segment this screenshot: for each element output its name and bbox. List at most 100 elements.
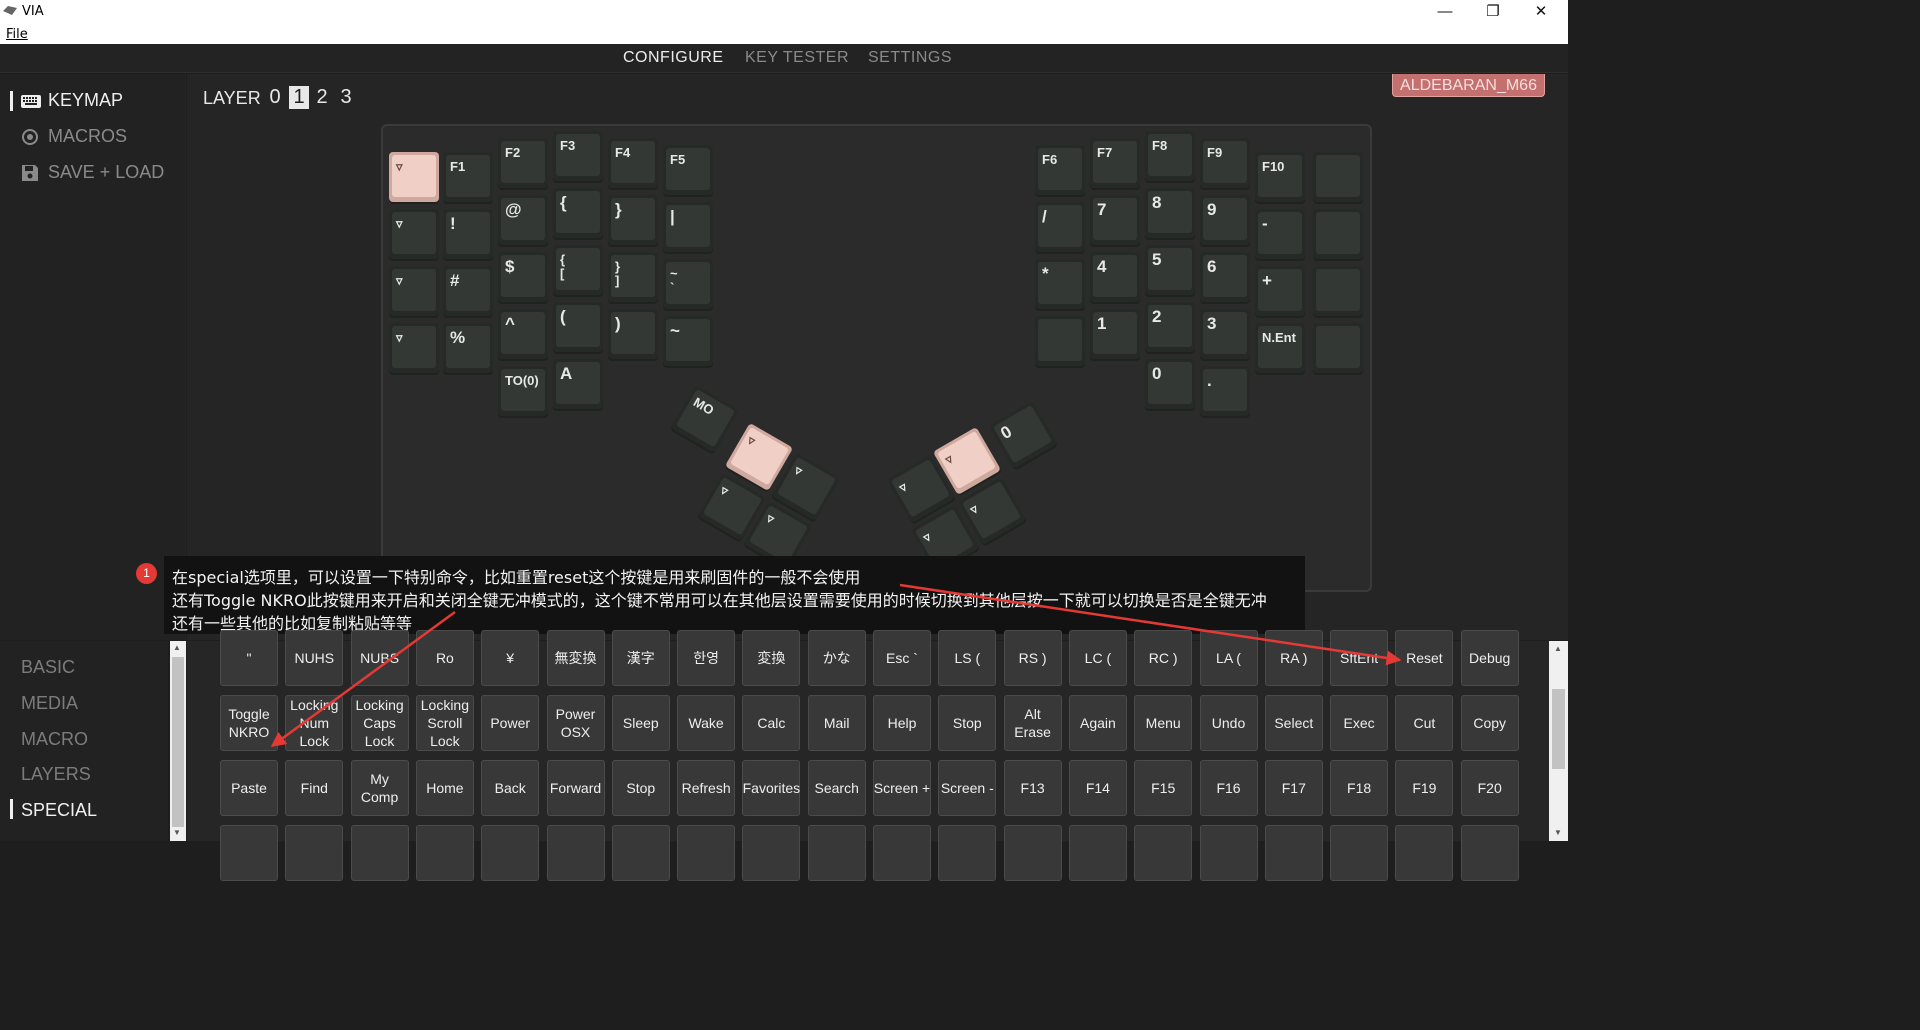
keycode-rc-button[interactable]: RC ) bbox=[1134, 630, 1193, 686]
scroll-up-icon[interactable]: ▲ bbox=[1554, 644, 1562, 653]
keycode-debug-button[interactable]: Debug bbox=[1460, 630, 1519, 686]
keyboard-key[interactable]: 3 bbox=[1200, 309, 1250, 359]
scrollbar-thumb[interactable] bbox=[1552, 689, 1565, 769]
keyboard-key-selected[interactable]: ▿ bbox=[389, 152, 439, 202]
keyboard-key[interactable]: F9 bbox=[1200, 138, 1250, 188]
scroll-up-icon[interactable]: ▲ bbox=[173, 643, 181, 652]
keyboard-key[interactable]: ▿ bbox=[389, 266, 439, 316]
category-special[interactable]: SPECIAL bbox=[21, 800, 97, 821]
keycode--button[interactable]: かな bbox=[807, 630, 866, 686]
layer-option-0[interactable]: 0 bbox=[265, 86, 285, 109]
keyboard-key[interactable]: + bbox=[1255, 266, 1305, 316]
keyboard-key[interactable]: . bbox=[1200, 366, 1250, 416]
keycode-f19-button[interactable]: F19 bbox=[1395, 760, 1454, 816]
keycode-button[interactable] bbox=[220, 825, 278, 881]
keyboard-key[interactable]: A bbox=[553, 359, 603, 409]
keycode-sftent-button[interactable]: SftEnt bbox=[1330, 630, 1389, 686]
tab-configure[interactable]: CONFIGURE bbox=[623, 49, 724, 67]
keycode-power-button[interactable]: Power bbox=[481, 695, 540, 751]
keycode-locking-scroll-lock-button[interactable]: Locking Scroll Lock bbox=[415, 695, 474, 751]
keycode-my-comp-button[interactable]: My Comp bbox=[350, 760, 409, 816]
keyboard-key[interactable]: 1 bbox=[1090, 309, 1140, 359]
keycode-stop-button[interactable]: Stop bbox=[611, 760, 670, 816]
keyboard-key[interactable]: ^ bbox=[498, 309, 548, 359]
keycode-button[interactable] bbox=[1134, 825, 1193, 881]
keycode-screen-button[interactable]: Screen + bbox=[873, 760, 931, 816]
keyboard-key[interactable]: ~ bbox=[663, 316, 713, 366]
keyboard-key[interactable]: 0 bbox=[1145, 359, 1195, 409]
keyboard-key[interactable]: F1 bbox=[443, 152, 493, 202]
keycode-f13-button[interactable]: F13 bbox=[1003, 760, 1062, 816]
keyboard-key[interactable]: 2 bbox=[1145, 302, 1195, 352]
keyboard-key[interactable]: 6 bbox=[1200, 252, 1250, 302]
keycode-f14-button[interactable]: F14 bbox=[1068, 760, 1127, 816]
category-macro[interactable]: MACRO bbox=[21, 729, 88, 750]
keyboard-key[interactable]: | bbox=[663, 202, 713, 252]
keycode--button[interactable]: 無変換 bbox=[546, 630, 605, 686]
keycode-calc-button[interactable]: Calc bbox=[742, 695, 801, 751]
keycode-stop-button[interactable]: Stop bbox=[938, 695, 997, 751]
keycode-help-button[interactable]: Help bbox=[873, 695, 931, 751]
keyboard-key[interactable]: F2 bbox=[498, 138, 548, 188]
keycode-home-button[interactable]: Home bbox=[415, 760, 474, 816]
keyboard-key[interactable]: 4 bbox=[1090, 252, 1140, 302]
minimize-button[interactable]: — bbox=[1422, 0, 1468, 25]
keyboard-key[interactable]: 9 bbox=[1200, 195, 1250, 245]
keyboard-key[interactable]: 8 bbox=[1145, 188, 1195, 238]
keycode-mail-button[interactable]: Mail bbox=[807, 695, 866, 751]
keycode-refresh-button[interactable]: Refresh bbox=[677, 760, 736, 816]
keycode-copy-button[interactable]: Copy bbox=[1460, 695, 1519, 751]
keycode-button[interactable] bbox=[481, 825, 540, 881]
keycode-f17-button[interactable]: F17 bbox=[1264, 760, 1323, 816]
keyboard-key[interactable]: @ bbox=[498, 195, 548, 245]
keycode-lc-button[interactable]: LC ( bbox=[1068, 630, 1127, 686]
keycode-again-button[interactable]: Again bbox=[1068, 695, 1127, 751]
keyboard-key[interactable]: N.Ent bbox=[1255, 323, 1305, 373]
keyboard-key[interactable]: * bbox=[1035, 259, 1085, 309]
keyboard-key[interactable]: 5 bbox=[1145, 245, 1195, 295]
keyboard-key[interactable]: ~ ` bbox=[663, 259, 713, 309]
keycode-undo-button[interactable]: Undo bbox=[1199, 695, 1258, 751]
keyboard-key[interactable]: F4 bbox=[608, 138, 658, 188]
keycode--button[interactable]: 漢字 bbox=[611, 630, 670, 686]
tab-settings[interactable]: SETTINGS bbox=[868, 49, 952, 67]
keycode-ls-button[interactable]: LS ( bbox=[938, 630, 997, 686]
layer-option-3[interactable]: 3 bbox=[336, 86, 356, 109]
keyboard-key[interactable]: ! bbox=[443, 209, 493, 259]
keycode-f18-button[interactable]: F18 bbox=[1330, 760, 1389, 816]
keyboard-key[interactable]: { bbox=[553, 188, 603, 238]
keyboard-key[interactable]: / bbox=[1035, 202, 1085, 252]
sidebar-item-keymap[interactable]: KEYMAP bbox=[0, 88, 186, 114]
keycode--button[interactable]: ¥ bbox=[481, 630, 540, 686]
keycode-screen-button[interactable]: Screen - bbox=[938, 760, 997, 816]
keycode-cut-button[interactable]: Cut bbox=[1395, 695, 1454, 751]
keycode-button[interactable] bbox=[742, 825, 801, 881]
keycode--button[interactable]: 変換 bbox=[742, 630, 801, 686]
keyboard-key[interactable]: ▿ bbox=[389, 323, 439, 373]
category-scrollbar[interactable]: ▲ ▼ bbox=[170, 641, 186, 841]
layer-option-1[interactable]: 1 bbox=[289, 86, 309, 109]
keycode-button[interactable] bbox=[1264, 825, 1323, 881]
keycode-button[interactable] bbox=[938, 825, 997, 881]
keyboard-key[interactable] bbox=[1313, 266, 1363, 316]
close-button[interactable]: ✕ bbox=[1518, 0, 1564, 25]
maximize-button[interactable]: ❐ bbox=[1470, 0, 1516, 25]
category-basic[interactable]: BASIC bbox=[21, 657, 75, 678]
keycode-button[interactable] bbox=[1460, 825, 1519, 881]
keyboard-key[interactable]: F5 bbox=[663, 145, 713, 195]
keycode-button[interactable] bbox=[1068, 825, 1127, 881]
keycode-button[interactable] bbox=[1395, 825, 1454, 881]
keycode-paste-button[interactable]: Paste bbox=[220, 760, 278, 816]
keycode-f16-button[interactable]: F16 bbox=[1199, 760, 1258, 816]
keycode-locking-num-lock-button[interactable]: Locking Num Lock bbox=[285, 695, 344, 751]
keyboard-key[interactable]: - bbox=[1255, 209, 1305, 259]
keycode-button[interactable] bbox=[285, 825, 344, 881]
keycode-scrollbar[interactable]: ▲ ▼ bbox=[1549, 641, 1568, 841]
scroll-down-icon[interactable]: ▼ bbox=[1554, 828, 1562, 837]
sidebar-item-macros[interactable]: MACROS bbox=[0, 124, 186, 150]
keycode-exec-button[interactable]: Exec bbox=[1330, 695, 1389, 751]
keycode-wake-button[interactable]: Wake bbox=[677, 695, 736, 751]
keycode--button[interactable]: 한영 bbox=[677, 630, 736, 686]
keyboard-key[interactable]: ) bbox=[608, 309, 658, 359]
keyboard-key[interactable]: F6 bbox=[1035, 145, 1085, 195]
